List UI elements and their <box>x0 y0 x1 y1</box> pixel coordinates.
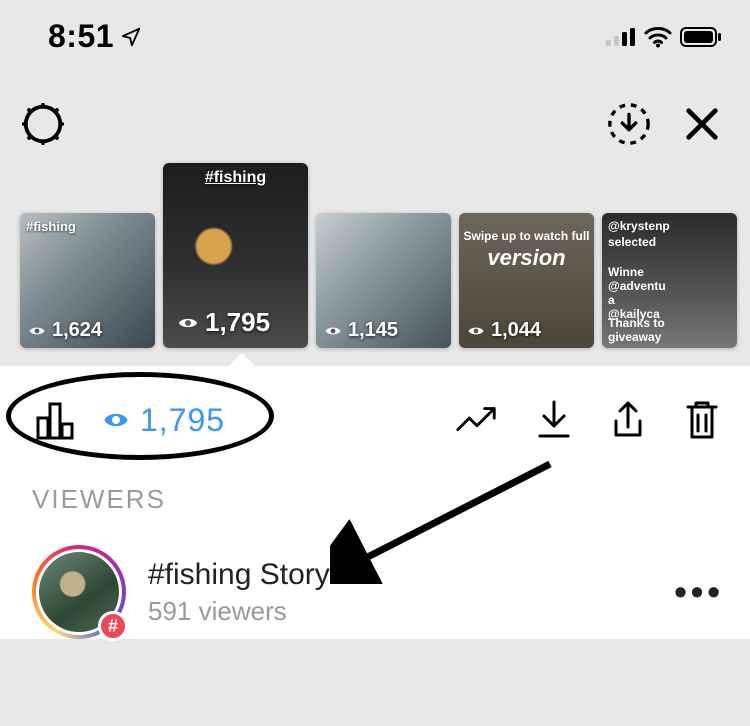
thumb-views: 1,795 <box>177 307 270 338</box>
status-bar: 8:51 <box>0 0 750 61</box>
gear-icon[interactable] <box>20 101 66 147</box>
status-bar-time: 8:51 <box>48 18 142 55</box>
thumb-text: a <box>608 293 615 307</box>
eye-icon <box>102 406 130 434</box>
wifi-icon <box>644 26 672 48</box>
story-thumb-active[interactable]: #fishing 1,795 <box>163 163 308 348</box>
thumb-text: selected <box>608 235 656 249</box>
viewer-subtitle: 591 viewers <box>148 596 330 627</box>
thumb-tag: #fishing <box>205 169 266 187</box>
viewers-section: VIEWERS # #fishing Story 591 viewers ••• <box>0 474 750 639</box>
viewer-title: #fishing Story <box>148 558 330 592</box>
battery-icon <box>680 27 722 47</box>
download-icon[interactable] <box>534 398 574 442</box>
stats-panel: 1,795 VIEWERS <box>0 366 750 639</box>
story-header <box>0 61 750 159</box>
thumb-view-count: 1,044 <box>491 319 541 342</box>
hashtag-badge-icon: # <box>98 611 128 641</box>
thumb-promo-line2: version <box>459 245 594 271</box>
story-reel[interactable]: #fishing 1,624 #fishing 1,795 1,145 <box>0 163 750 353</box>
active-thumb-pointer <box>228 353 256 367</box>
cellular-signal-icon <box>606 27 636 47</box>
thumb-text: @adventu <box>608 279 666 293</box>
thumb-tag: #fishing <box>26 219 76 234</box>
status-time-text: 8:51 <box>48 18 114 55</box>
stat-views-count: 1,795 <box>140 402 225 439</box>
thumb-view-count: 1,145 <box>348 319 398 342</box>
thumb-text: Winne <box>608 265 644 279</box>
hashtag-story-avatar[interactable]: # <box>32 545 126 639</box>
thumb-text: giveaway <box>608 330 661 344</box>
thumb-views: 1,044 <box>467 319 541 342</box>
thumb-text: Thanks to <box>608 316 665 330</box>
thumb-views: 1,624 <box>28 319 102 342</box>
close-icon[interactable] <box>682 104 722 144</box>
story-thumb[interactable]: #fishing 1,624 <box>20 213 155 348</box>
viewers-heading: VIEWERS <box>32 484 730 515</box>
location-arrow-icon <box>120 26 142 48</box>
story-thumb[interactable]: Swipe up to watch full version 1,044 <box>459 213 594 348</box>
viewer-row[interactable]: # #fishing Story 591 viewers ••• <box>32 545 730 639</box>
download-dashed-icon[interactable] <box>606 101 652 147</box>
status-bar-right <box>606 26 722 48</box>
bar-chart-icon[interactable] <box>32 396 80 444</box>
story-thumb[interactable]: @krystenp selected Winne @adventu a @kai… <box>602 213 737 348</box>
insights-trend-icon[interactable] <box>454 400 500 440</box>
thumb-view-count: 1,795 <box>205 307 270 338</box>
thumb-view-count: 1,624 <box>52 319 102 342</box>
share-icon[interactable] <box>608 397 648 443</box>
thumb-promo-line1: Swipe up to watch full <box>459 229 594 243</box>
thumb-text: @krystenp <box>608 219 670 233</box>
thumb-views: 1,145 <box>324 319 398 342</box>
story-thumb[interactable]: 1,145 <box>316 213 451 348</box>
more-options-button[interactable]: ••• <box>674 571 730 613</box>
stat-views[interactable]: 1,795 <box>102 402 225 439</box>
trash-icon[interactable] <box>682 397 722 443</box>
